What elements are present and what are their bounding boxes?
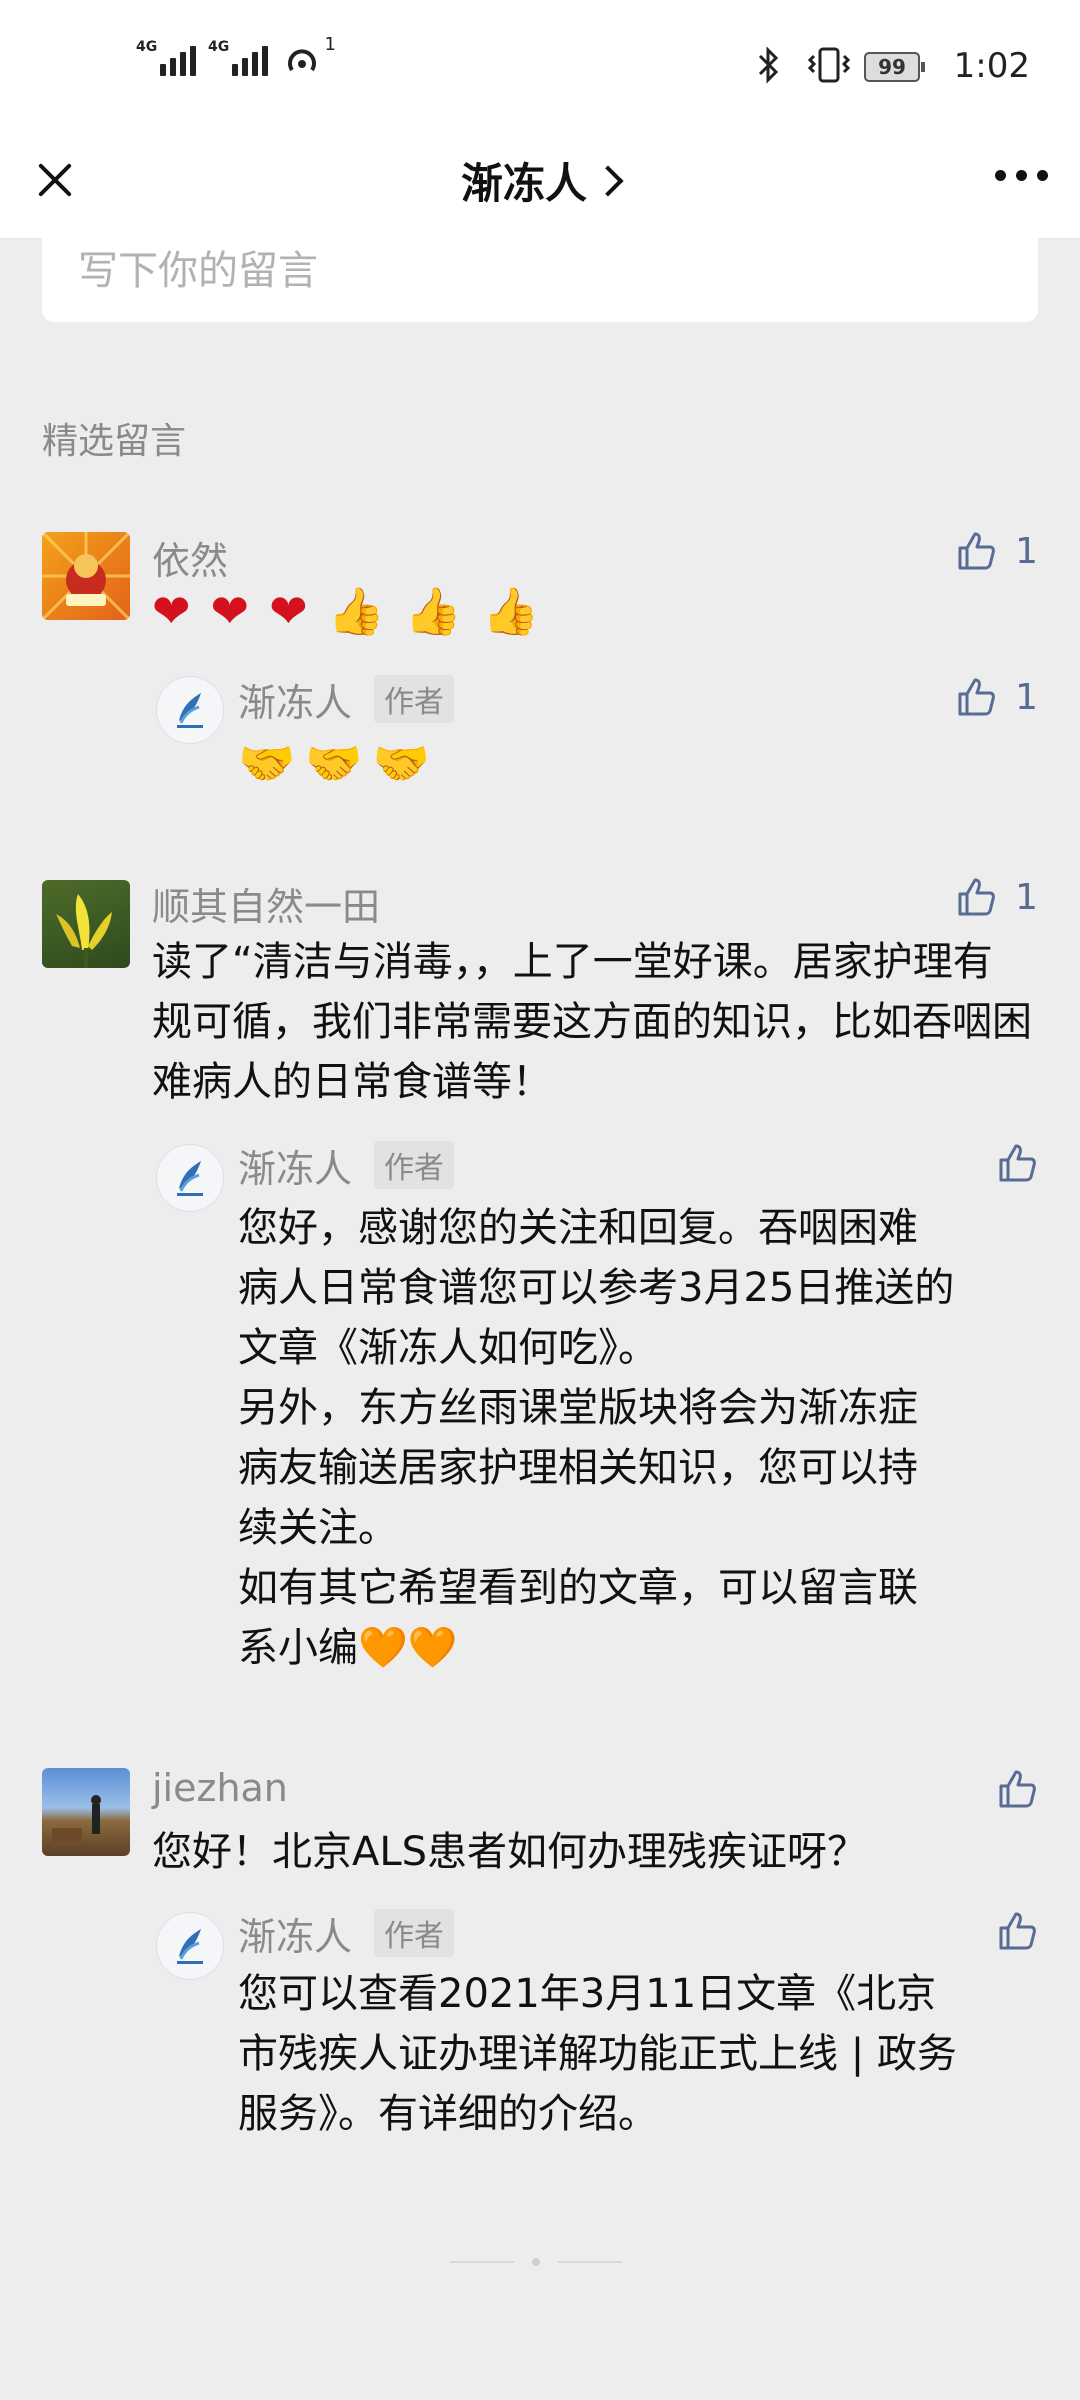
status-bar: 4G 4G 1 99 1:02 xyxy=(0,0,1080,130)
thumbs-up-icon xyxy=(999,1912,1036,1950)
reply-line: 续关注。 xyxy=(238,1505,398,1551)
nav-bar: 渐冻人 xyxy=(0,130,1080,239)
like-count: 1 xyxy=(1015,676,1038,718)
handshake-emoji: 🤝 xyxy=(372,736,430,790)
reply-line: 病友输送居家护理相关知识，您可以持 xyxy=(238,1445,918,1491)
thumbs-up-icon xyxy=(958,678,995,716)
thumbs-up-icon xyxy=(958,532,995,570)
reply-line: 系小编🧡🧡 xyxy=(238,1625,458,1671)
chevron-right-icon xyxy=(592,165,624,197)
author-badge: 作者 xyxy=(374,1141,455,1189)
comment-input-placeholder: 写下你的留言 xyxy=(78,248,318,294)
heart-emoji: ❤ xyxy=(269,584,308,638)
thumbs-up-icon xyxy=(999,1144,1036,1182)
network-type-2: 4G xyxy=(208,39,230,55)
signal-icon-1: 4G xyxy=(136,40,196,76)
avatar[interactable] xyxy=(42,880,130,968)
handshake-emoji: 🤝 xyxy=(238,736,296,790)
network-type-1: 4G xyxy=(136,39,158,55)
like-count: 1 xyxy=(1015,530,1038,572)
comment-text: 读了“清洁与消毒，，上了一堂好课。居家护理有规可循，我们非常需要这方面的知识，比… xyxy=(152,939,1032,1105)
more-icon[interactable] xyxy=(995,170,1048,181)
thumbs-up-emoji: 👍 xyxy=(327,584,385,638)
status-time: 1:02 xyxy=(953,46,1030,86)
reply-line: 您好，感谢您的关注和回复。吞咽困难 xyxy=(238,1205,918,1251)
hotspot-icon: 1 xyxy=(282,34,336,76)
author-badge: 作者 xyxy=(374,1909,455,1957)
like-button[interactable] xyxy=(996,1768,1038,1810)
author-avatar[interactable] xyxy=(156,676,224,744)
thumbs-up-icon xyxy=(958,878,995,916)
author-avatar[interactable] xyxy=(156,1144,224,1212)
section-title: 精选留言 xyxy=(42,421,187,462)
heart-emoji: ❤ xyxy=(152,584,191,638)
reply-author-name: 渐冻人 xyxy=(238,681,353,725)
reply-line: 另外，东方丝雨课堂版块将会为渐冻症 xyxy=(238,1385,918,1431)
thumbs-up-icon xyxy=(999,1770,1036,1808)
reply-text: 🤝 🤝 🤝 xyxy=(238,736,430,791)
reply-line: 病人日常食谱您可以参考3月25日推送的 xyxy=(238,1265,955,1311)
comment-author[interactable]: 顺其自然一田 xyxy=(152,876,380,931)
vibrate-icon xyxy=(807,47,851,83)
battery-icon: 99 xyxy=(864,52,925,82)
reply-author[interactable]: 渐冻人 作者 xyxy=(238,1906,455,1961)
reply-author[interactable]: 渐冻人 作者 xyxy=(238,1138,455,1193)
like-button[interactable]: 1 xyxy=(955,676,1038,718)
reply-text: 您好，感谢您的关注和回复。吞咽困难 病人日常食谱您可以参考3月25日推送的 文章… xyxy=(238,1198,1038,1678)
reply-line: 如有其它希望看到的文章，可以留言联 xyxy=(238,1565,918,1611)
reply-author-name: 渐冻人 xyxy=(238,1915,353,1959)
author-avatar[interactable] xyxy=(156,1912,224,1980)
comment-author[interactable]: jiezhan xyxy=(152,1766,288,1810)
like-button[interactable]: 1 xyxy=(955,530,1038,572)
like-button[interactable]: 1 xyxy=(955,876,1038,918)
reply-author-name: 渐冻人 xyxy=(238,1147,353,1191)
like-button[interactable] xyxy=(996,1910,1038,1952)
handshake-emoji: 🤝 xyxy=(305,736,363,790)
battery-level: 99 xyxy=(878,55,906,79)
comment-text: ❤ ❤ ❤ 👍 👍 👍 xyxy=(152,584,539,639)
reply-line: 您可以查看2021年3月11日文章《北京 xyxy=(238,1971,937,2017)
author-badge: 作者 xyxy=(374,675,455,723)
signal-icon-2: 4G xyxy=(208,40,268,76)
comment-input[interactable]: 写下你的留言 xyxy=(42,238,1038,322)
reply-text: 您可以查看2021年3月11日文章《北京 市残疾人证办理详解功能正式上线 | 政… xyxy=(238,1964,1038,2144)
comment-author[interactable]: 依然 xyxy=(152,530,228,585)
nav-title[interactable]: 渐冻人 xyxy=(0,150,1080,211)
status-right: 99 1:02 xyxy=(720,42,1080,88)
nav-title-text: 渐冻人 xyxy=(460,159,587,208)
like-button[interactable] xyxy=(996,1142,1038,1184)
heart-emoji: ❤ xyxy=(210,584,250,638)
bluetooth-icon xyxy=(758,46,779,84)
reply-line: 市残疾人证办理详解功能正式上线 | 政务 xyxy=(238,2031,957,2077)
comment-text: 您好！北京ALS患者如何办理残疾证呀？ xyxy=(152,1829,868,1875)
reply-author[interactable]: 渐冻人 作者 xyxy=(238,672,455,727)
like-count: 1 xyxy=(1015,876,1038,918)
avatar[interactable] xyxy=(42,1768,130,1856)
end-indicator xyxy=(450,2258,622,2266)
status-left: 4G 4G 1 xyxy=(136,34,336,76)
hotspot-count: 1 xyxy=(324,34,336,55)
thumbs-up-emoji: 👍 xyxy=(482,584,540,638)
reply-line: 服务》。有详细的介绍。 xyxy=(238,2091,658,2137)
thumbs-up-emoji: 👍 xyxy=(404,584,463,638)
reply-line: 文章《渐冻人如何吃》。 xyxy=(238,1325,658,1371)
avatar[interactable] xyxy=(42,532,130,620)
